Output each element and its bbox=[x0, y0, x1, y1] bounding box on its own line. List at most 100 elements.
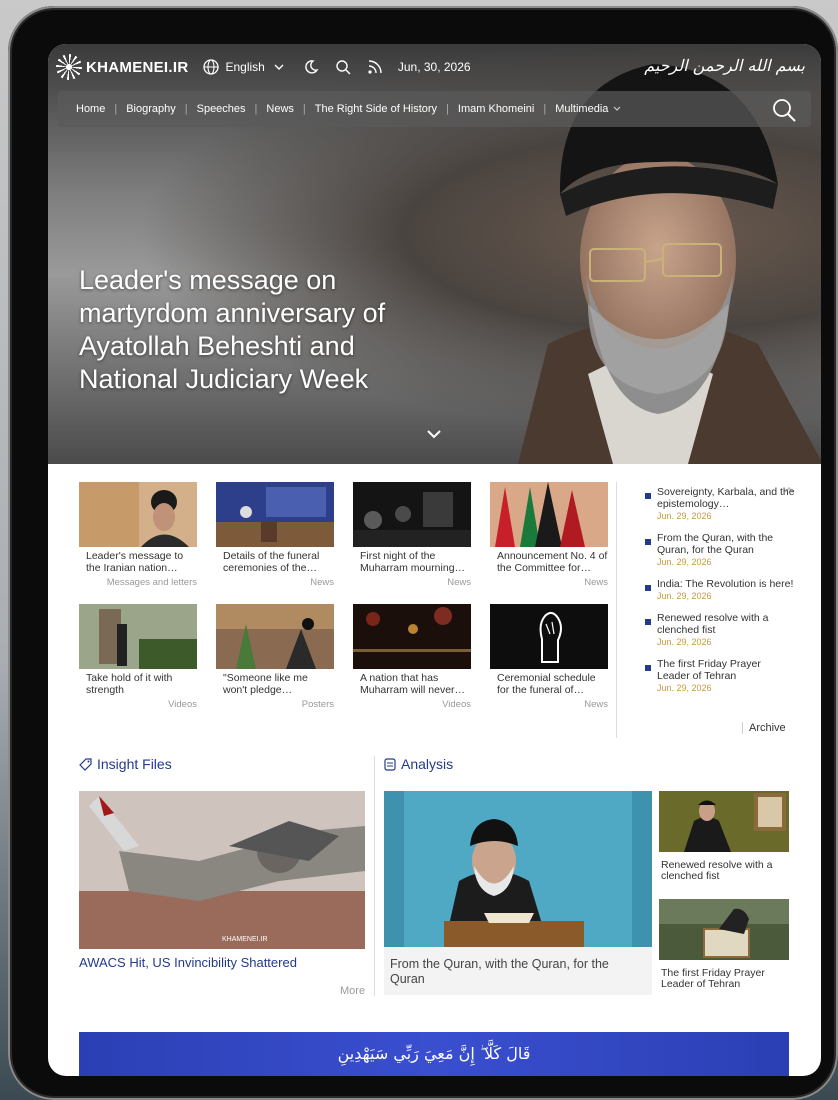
nav-item-right-side-of-history[interactable]: The Right Side of History bbox=[315, 103, 437, 115]
list-item[interactable]: Renewed resolve with a clenched fist Jun… bbox=[645, 612, 795, 647]
card-thumbnail bbox=[216, 482, 334, 547]
rss-icon bbox=[366, 58, 384, 76]
nav-item-biography[interactable]: Biography bbox=[126, 103, 176, 115]
current-date: Jun, 30, 2026 bbox=[397, 60, 471, 74]
list-item[interactable]: From the Quran, with the Quran, for the … bbox=[645, 532, 795, 567]
archive-link[interactable]: Archive bbox=[742, 722, 786, 734]
bullet-icon bbox=[645, 539, 651, 545]
top-bar: KHAMENEI.IR English Jun, 30, 2026 بسم ال… bbox=[56, 52, 813, 82]
news-card[interactable]: Details of the funeral ceremonies of the… bbox=[216, 482, 334, 594]
insight-files-label: Insight Files bbox=[97, 756, 172, 772]
chevron-down-icon bbox=[613, 106, 621, 111]
list-item-title: The first Friday Prayer Leader of Tehran bbox=[657, 658, 761, 682]
news-card[interactable]: Announcement No. 4 of the Committee for…… bbox=[490, 482, 608, 594]
main-nav: Home | Biography | Speeches | News | The… bbox=[58, 91, 811, 127]
card-thumbnail bbox=[659, 899, 789, 960]
calligraphy-logo: بسم الله الرحمن الرحيم bbox=[644, 56, 805, 75]
list-item-title: Renewed resolve with a clenched fist bbox=[657, 612, 769, 636]
card-title: Details of the funeral ceremonies of the… bbox=[223, 550, 320, 574]
news-grid: Leader's message to the Iranian nation… … bbox=[79, 482, 616, 716]
analysis-main-title[interactable]: From the Quran, with the Quran, for the … bbox=[384, 947, 652, 995]
side-card-title: Renewed resolve with a clenched fist bbox=[661, 859, 773, 882]
tablet-frame: KHAMENEI.IR English Jun, 30, 2026 بسم ال… bbox=[8, 6, 838, 1100]
dark-mode-toggle[interactable] bbox=[302, 58, 320, 76]
language-label: English bbox=[225, 60, 265, 74]
moon-icon bbox=[302, 58, 320, 76]
latest-news-list: Sovereignty, Karbala, and the epistemolo… bbox=[645, 486, 795, 704]
card-title: "Someone like me won't pledge… bbox=[223, 672, 308, 696]
search-icon[interactable] bbox=[771, 97, 797, 123]
list-item[interactable]: The first Friday Prayer Leader of Tehran… bbox=[645, 658, 795, 693]
nav-item-home[interactable]: Home bbox=[76, 103, 105, 115]
divider bbox=[374, 756, 375, 996]
nav-item-news[interactable]: News bbox=[266, 103, 294, 115]
card-thumbnail bbox=[353, 604, 471, 669]
bullet-icon bbox=[645, 585, 651, 591]
analysis-side-card[interactable]: The first Friday Prayer Leader of Tehran bbox=[659, 899, 789, 990]
card-thumbnail bbox=[79, 604, 197, 669]
list-item[interactable]: India: The Revolution is here! Jun. 29, … bbox=[645, 578, 795, 601]
hero-title[interactable]: Leader's message on martyrdom anniversar… bbox=[79, 264, 429, 396]
search-icon bbox=[334, 58, 352, 76]
scroll-down-icon[interactable] bbox=[425, 427, 443, 441]
logo-text: KHAMENEI.IR bbox=[86, 58, 189, 76]
card-title: Leader's message to the Iranian nation… bbox=[86, 550, 184, 574]
language-selector[interactable]: English bbox=[202, 58, 287, 76]
news-card[interactable]: First night of the Muharram mourning… Ne… bbox=[353, 482, 471, 594]
list-item-date: Jun. 29, 2026 bbox=[657, 557, 712, 567]
news-card[interactable]: Leader's message to the Iranian nation… … bbox=[79, 482, 197, 594]
analysis-side-card[interactable]: Renewed resolve with a clenched fist bbox=[659, 791, 789, 882]
document-icon bbox=[384, 757, 396, 771]
news-card[interactable]: "Someone like me won't pledge… Posters bbox=[216, 604, 334, 716]
list-item-title: Sovereignty, Karbala, and the epistemolo… bbox=[657, 486, 795, 510]
card-thumbnail bbox=[79, 482, 197, 547]
card-category: Videos bbox=[168, 699, 197, 710]
news-card[interactable]: Ceremonial schedule for the funeral of… … bbox=[490, 604, 608, 716]
card-title: First night of the Muharram mourning… bbox=[360, 550, 466, 574]
card-title: Announcement No. 4 of the Committee for… bbox=[497, 550, 608, 574]
card-thumbnail bbox=[490, 604, 608, 669]
rss-link[interactable] bbox=[366, 58, 384, 76]
nav-item-imam-khomeini[interactable]: Imam Khomeini bbox=[458, 103, 534, 115]
nav-item-multimedia-label: Multimedia bbox=[555, 103, 609, 115]
card-category: News bbox=[310, 577, 334, 588]
nav-item-speeches[interactable]: Speeches bbox=[197, 103, 246, 115]
hero-banner[interactable]: KHAMENEI.IR English Jun, 30, 2026 بسم ال… bbox=[48, 44, 821, 464]
insight-files-heading[interactable]: Insight Files bbox=[79, 756, 172, 772]
list-item-date: Jun. 29, 2026 bbox=[657, 683, 712, 693]
card-title: Ceremonial schedule for the funeral of… bbox=[497, 672, 596, 696]
insight-title[interactable]: AWACS Hit, US Invincibility Shattered bbox=[79, 955, 365, 970]
card-category: News bbox=[447, 577, 471, 588]
analysis-label: Analysis bbox=[401, 756, 454, 772]
card-title: Take hold of it with strength bbox=[86, 672, 173, 696]
more-link[interactable]: More bbox=[340, 985, 365, 997]
tag-icon bbox=[79, 757, 92, 771]
card-category: Messages and letters bbox=[106, 577, 197, 588]
chevron-down-icon bbox=[270, 58, 288, 76]
site-logo[interactable]: KHAMENEI.IR bbox=[56, 54, 188, 80]
side-card-title: The first Friday Prayer Leader of Tehran bbox=[661, 967, 765, 990]
globe-icon bbox=[202, 58, 220, 76]
search-toggle[interactable] bbox=[334, 58, 352, 76]
logo-icon bbox=[56, 54, 82, 80]
list-item[interactable]: Sovereignty, Karbala, and the epistemolo… bbox=[645, 486, 795, 521]
bullet-icon bbox=[645, 665, 651, 671]
card-category: Posters bbox=[301, 699, 334, 710]
quote-text: قَالَ كَلَّا ۖ إِنَّ مَعِيَ رَبِّي سَيَه… bbox=[337, 1044, 531, 1063]
news-card[interactable]: A nation that has Muharram will never… V… bbox=[353, 604, 471, 716]
screen: KHAMENEI.IR English Jun, 30, 2026 بسم ال… bbox=[48, 44, 821, 1076]
card-category: News bbox=[584, 577, 608, 588]
divider bbox=[616, 482, 617, 738]
card-title: A nation that has Muharram will never… bbox=[360, 672, 466, 696]
news-card[interactable]: Take hold of it with strength Videos bbox=[79, 604, 197, 716]
bullet-icon bbox=[645, 493, 651, 499]
insight-image[interactable]: KHAMENEI.IR bbox=[79, 791, 365, 949]
nav-item-multimedia[interactable]: Multimedia bbox=[555, 103, 622, 115]
card-thumbnail bbox=[216, 604, 334, 669]
bullet-icon bbox=[645, 619, 651, 625]
list-item-date: Jun. 29, 2026 bbox=[657, 637, 712, 647]
card-category: News bbox=[584, 699, 608, 710]
list-item-date: Jun. 29, 2026 bbox=[657, 511, 712, 521]
analysis-main-image[interactable] bbox=[384, 791, 652, 947]
analysis-heading[interactable]: Analysis bbox=[384, 756, 453, 772]
